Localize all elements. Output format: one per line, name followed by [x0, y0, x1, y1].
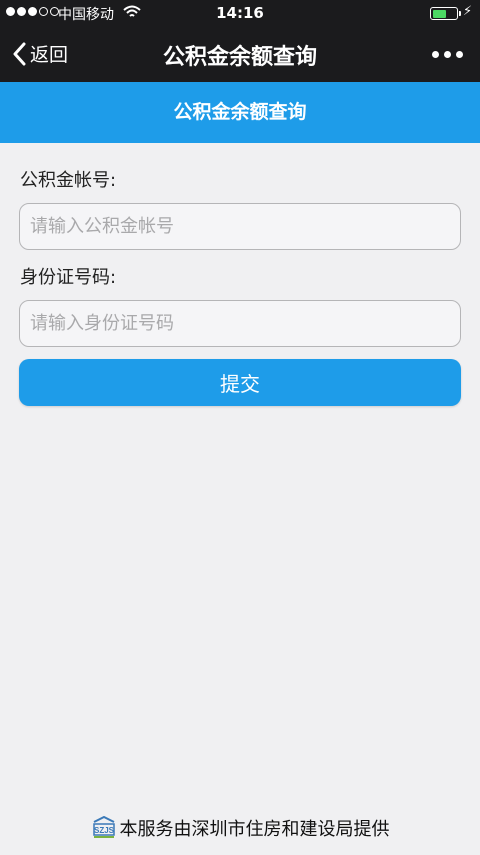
footer: SZJS 本服务由深圳市住房和建设局提供 [0, 815, 480, 841]
more-options-button[interactable] [432, 51, 463, 58]
battery-level [432, 9, 447, 18]
account-input[interactable] [19, 203, 461, 250]
szjs-logo-icon: SZJS [92, 816, 115, 838]
status-time: 14:16 [216, 4, 264, 22]
account-label: 公积金帐号: [20, 170, 117, 191]
svg-text:SZJS: SZJS [93, 826, 114, 835]
more-dot-icon [456, 51, 463, 58]
footer-text: 本服务由深圳市住房和建设局提供 [119, 819, 390, 840]
page-title: 公积金余额查询 [162, 45, 317, 70]
more-dot-icon [432, 51, 439, 58]
submit-button[interactable]: 提交 [19, 359, 461, 406]
id-number-input[interactable] [19, 300, 461, 347]
nav-bar: 返回 公积金余额查询 [0, 26, 480, 82]
id-label: 身份证号码: [20, 267, 117, 288]
back-button[interactable]: 返回 [12, 40, 68, 67]
status-bar: 中国移动 14:16 ⚡ [0, 0, 480, 26]
more-dot-icon [444, 51, 451, 58]
header-banner: 公积金余额查询 [0, 82, 480, 143]
chevron-left-icon [13, 42, 26, 65]
back-label: 返回 [30, 44, 69, 66]
charging-icon: ⚡ [463, 4, 473, 19]
battery-cap [459, 11, 461, 16]
battery-icon [430, 7, 458, 20]
